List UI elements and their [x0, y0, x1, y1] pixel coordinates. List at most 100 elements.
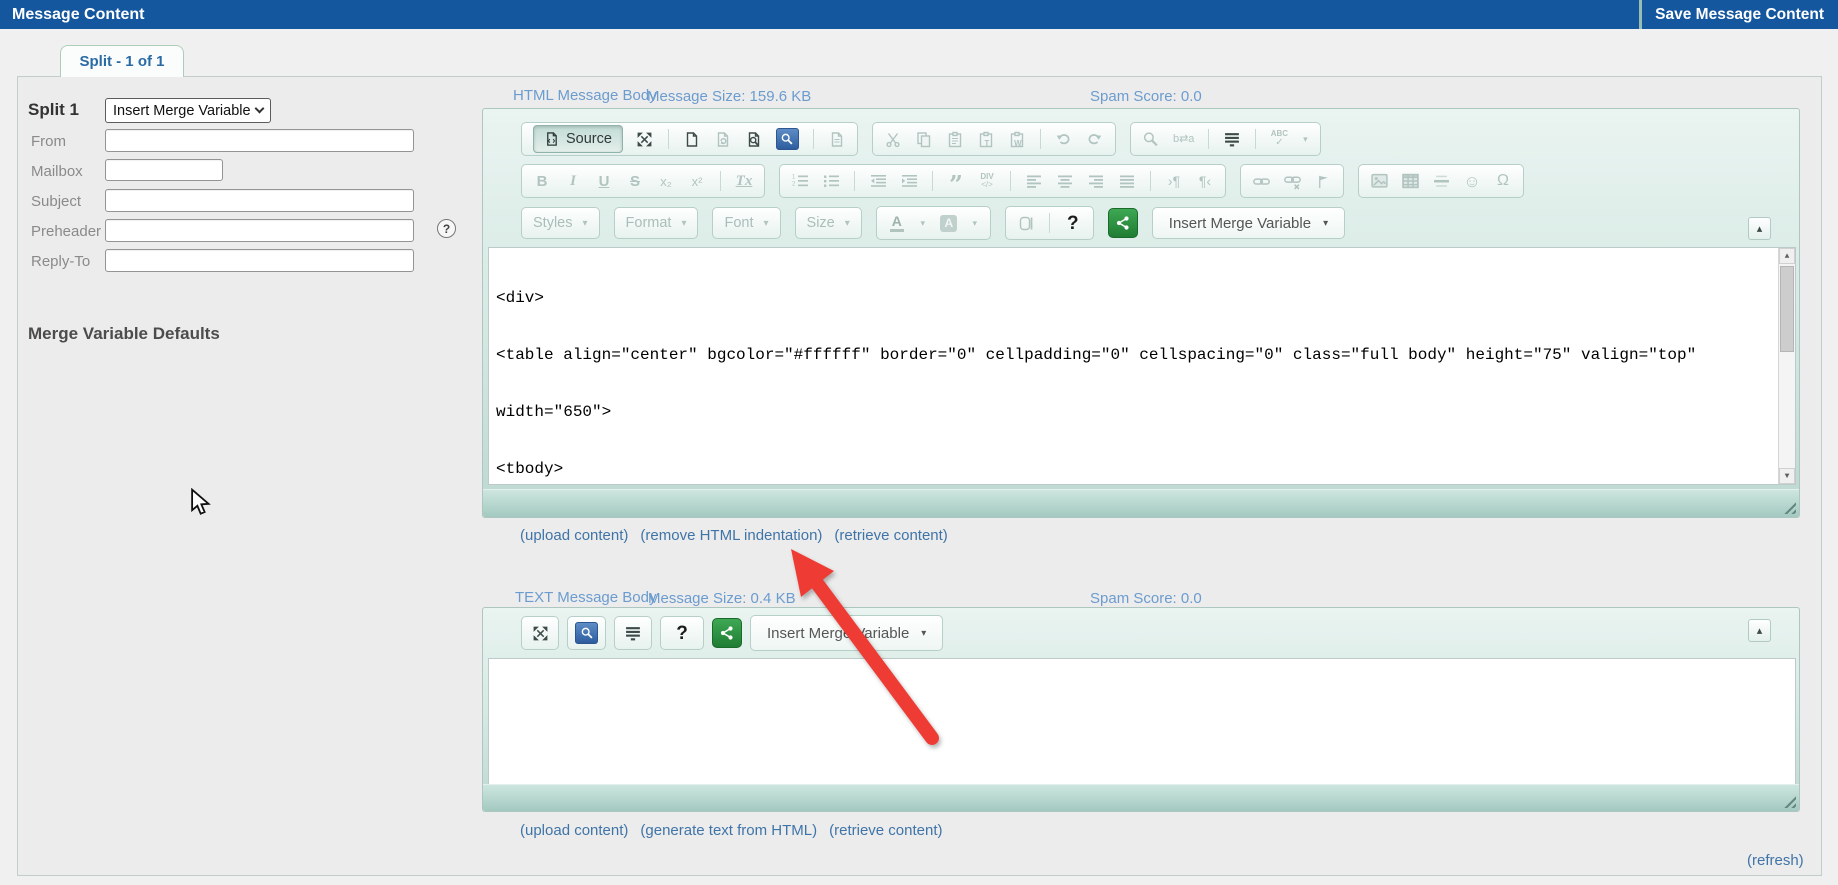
html-insert-merge-variable-button[interactable]: Insert Merge Variable ▾ — [1152, 207, 1345, 239]
source-scrollbar[interactable]: ▲ ▼ — [1778, 248, 1795, 484]
text-maximize-button[interactable] — [521, 616, 559, 650]
insert-merge-variable-select[interactable]: Insert Merge Variable — [105, 98, 271, 123]
paste-plain-text-icon[interactable]: T — [977, 128, 995, 150]
text-help-button[interactable]: ? — [660, 616, 704, 650]
text-merge-variable-share-icon[interactable] — [712, 618, 742, 648]
document-properties-icon[interactable] — [714, 128, 732, 150]
redo-icon[interactable] — [1086, 128, 1104, 150]
bulleted-list-icon[interactable] — [822, 170, 840, 192]
link-icon[interactable] — [1252, 170, 1270, 192]
text-direction-ltr-icon[interactable]: ›¶ — [1165, 170, 1183, 192]
scrollbar-thumb[interactable] — [1780, 266, 1794, 352]
undo-icon[interactable] — [1055, 128, 1073, 150]
copy-icon[interactable] — [915, 128, 933, 150]
preview-icon[interactable] — [745, 128, 763, 150]
text-color-caret-icon[interactable]: ▾ — [919, 212, 927, 234]
styles-combo[interactable]: Styles▾ — [521, 207, 600, 239]
templates-icon[interactable] — [828, 128, 846, 150]
spellcheck-caret-icon[interactable]: ▾ — [1301, 128, 1309, 150]
background-color-icon[interactable]: A — [940, 212, 958, 234]
align-right-icon[interactable] — [1087, 170, 1105, 192]
text-body-textarea[interactable] — [488, 658, 1796, 786]
replyto-input[interactable] — [105, 249, 414, 272]
replace-icon[interactable]: b⇄a — [1173, 128, 1194, 150]
merge-variable-share-icon[interactable] — [1108, 208, 1138, 238]
toolbar-group-paragraph: 12 ” DIV</> — [779, 164, 1226, 198]
text-insert-merge-variable-button[interactable]: Insert Merge Variable ▾ — [750, 615, 943, 651]
preheader-input[interactable] — [105, 219, 414, 242]
text-direction-rtl-icon[interactable]: ¶‹ — [1196, 170, 1214, 192]
refresh-link[interactable]: (refresh) — [1747, 852, 1804, 869]
mailbox-input[interactable] — [105, 159, 223, 181]
resize-grip-icon[interactable] — [1781, 499, 1796, 514]
bold-icon[interactable]: B — [533, 170, 551, 192]
source-button[interactable]: Source — [533, 125, 623, 153]
text-asset-browser-button[interactable] — [567, 616, 606, 650]
size-combo[interactable]: Size▾ — [795, 207, 862, 239]
blockquote-icon[interactable]: ” — [947, 170, 965, 192]
new-page-icon[interactable] — [683, 128, 701, 150]
tab-split-1-of-1[interactable]: Split - 1 of 1 — [60, 45, 184, 77]
html-source-textarea[interactable]: <div> <table align="center" bgcolor="#ff… — [488, 247, 1796, 485]
text-editor-footer — [483, 784, 1799, 811]
paste-icon[interactable] — [946, 128, 964, 150]
superscript-icon[interactable]: x² — [688, 170, 706, 192]
find-icon[interactable] — [1142, 128, 1160, 150]
table-icon[interactable] — [1401, 170, 1419, 192]
source-line: <tbody> — [496, 460, 1771, 479]
indent-icon[interactable] — [900, 170, 918, 192]
justify-icon[interactable] — [1118, 170, 1136, 192]
special-character-icon[interactable]: Ω — [1494, 170, 1512, 192]
preheader-help-icon[interactable]: ? — [437, 219, 456, 238]
scrollbar-down-icon[interactable]: ▼ — [1779, 468, 1795, 484]
scrollbar-up-icon[interactable]: ▲ — [1779, 248, 1795, 264]
maximize-icon[interactable] — [636, 128, 654, 150]
asset-browser-icon[interactable] — [776, 128, 799, 150]
subscript-icon[interactable]: x₂ — [657, 170, 675, 192]
align-left-icon[interactable] — [1025, 170, 1043, 192]
paste-word-letter: W — [1014, 140, 1022, 148]
paste-from-word-icon[interactable]: W — [1008, 128, 1026, 150]
background-color-caret-icon[interactable]: ▾ — [971, 212, 979, 234]
show-blocks-icon[interactable] — [1017, 212, 1035, 234]
from-input[interactable] — [105, 129, 414, 152]
save-message-content-button[interactable]: Save Message Content — [1639, 0, 1838, 29]
spellcheck-icon[interactable]: ABC✓ — [1270, 128, 1288, 150]
font-combo[interactable]: Font▾ — [712, 207, 780, 239]
align-center-icon[interactable] — [1056, 170, 1074, 192]
outdent-icon[interactable] — [869, 170, 887, 192]
html-toolbar-collapse-button[interactable]: ▴ — [1748, 217, 1771, 240]
text-toolbar-collapse-button[interactable]: ▴ — [1748, 619, 1771, 642]
toolbar-separator — [1049, 213, 1050, 233]
retrieve-content-link[interactable]: (retrieve content) — [829, 822, 942, 839]
html-editor: Source — [482, 108, 1800, 518]
upload-content-link[interactable]: (upload content) — [520, 822, 628, 839]
smiley-icon[interactable]: ☺ — [1463, 170, 1481, 192]
cut-icon[interactable] — [884, 128, 902, 150]
italic-icon[interactable]: I — [564, 170, 582, 192]
resize-grip-icon[interactable] — [1781, 793, 1796, 808]
div-glyph-bottom: </> — [981, 181, 993, 189]
div-container-icon[interactable]: DIV</> — [978, 170, 996, 192]
format-combo[interactable]: Format▾ — [614, 207, 699, 239]
remove-format-icon[interactable]: Tx — [735, 170, 753, 192]
generate-text-from-html-link[interactable]: (generate text from HTML) — [640, 822, 817, 839]
underline-icon[interactable]: U — [595, 170, 613, 192]
horizontal-rule-icon[interactable] — [1432, 170, 1450, 192]
text-color-icon[interactable]: A — [888, 212, 906, 234]
subject-input[interactable] — [105, 189, 414, 212]
strikethrough-icon[interactable]: S — [626, 170, 644, 192]
select-all-icon[interactable] — [1223, 128, 1241, 150]
message-content-page: Message Content Save Message Content Spl… — [0, 0, 1838, 885]
anchor-icon[interactable] — [1314, 170, 1332, 192]
help-icon[interactable]: ? — [1064, 212, 1082, 234]
upload-content-link[interactable]: (upload content) — [520, 527, 628, 544]
text-select-all-button[interactable] — [614, 616, 652, 650]
text-editor-links: (upload content) (generate text from HTM… — [520, 822, 943, 839]
numbered-list-icon[interactable]: 12 — [791, 170, 809, 192]
svg-text:1: 1 — [792, 175, 796, 181]
remove-html-indentation-link[interactable]: (remove HTML indentation) — [640, 527, 822, 544]
unlink-icon[interactable] — [1283, 170, 1301, 192]
image-icon[interactable] — [1370, 170, 1388, 192]
retrieve-content-link[interactable]: (retrieve content) — [834, 527, 947, 544]
